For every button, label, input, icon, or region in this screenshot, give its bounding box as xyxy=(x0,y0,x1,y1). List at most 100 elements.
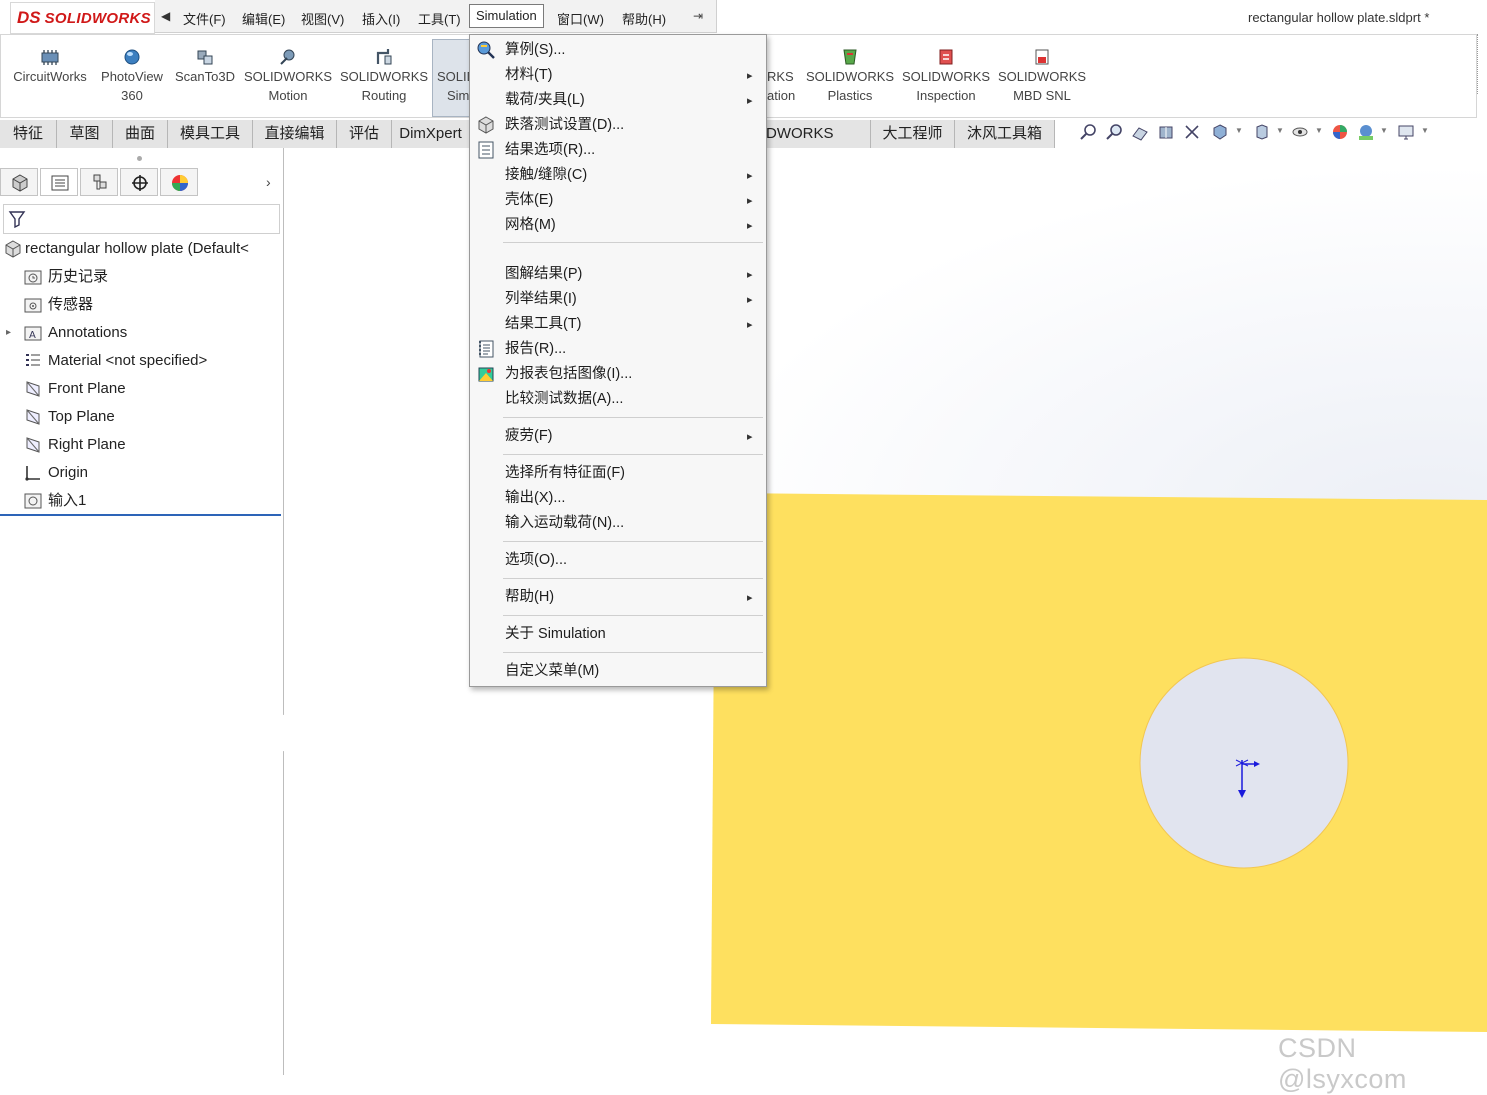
solidworks-logo[interactable]: DS SOLIDWORKS xyxy=(10,2,155,34)
menu-item-about-simulation[interactable]: 关于 Simulation xyxy=(505,624,606,644)
tree-filter-box[interactable] xyxy=(3,204,280,234)
tab-featuremanager[interactable] xyxy=(0,168,38,196)
menu-item-result-options[interactable]: 结果选项(R)... xyxy=(505,140,595,160)
menu-item-select-all-faces[interactable]: 选择所有特征面(F) xyxy=(505,463,625,483)
tab-displaymanager[interactable] xyxy=(160,168,198,196)
menu-item-options[interactable]: 选项(O)... xyxy=(505,550,567,570)
cmd-simulation[interactable]: SOLID Sim xyxy=(432,39,472,117)
cmd-motion[interactable]: SOLIDWORKS Motion xyxy=(243,47,333,105)
menu-item-export[interactable]: 输出(X)... xyxy=(505,488,565,508)
display-style-icon[interactable] xyxy=(1252,122,1272,142)
tree-item-label: Top Plane xyxy=(48,408,115,425)
menu-edit[interactable]: 编辑(E) xyxy=(242,9,285,28)
panel-splitter[interactable] xyxy=(0,150,283,164)
menu-item-include-image[interactable]: 为报表包括图像(I)... xyxy=(505,364,632,384)
plane-icon xyxy=(26,437,40,453)
view-orientation-dropdown-icon[interactable]: ▼ xyxy=(1235,126,1243,135)
menu-tools[interactable]: 工具(T) xyxy=(418,9,461,28)
edit-appearance-icon[interactable] xyxy=(1330,122,1350,142)
menu-help[interactable]: 帮助(H) xyxy=(622,9,666,28)
view-settings-dropdown-icon[interactable]: ▼ xyxy=(1421,126,1429,135)
menu-simulation[interactable]: Simulation xyxy=(469,4,544,28)
tree-item-front-plane[interactable]: Front Plane xyxy=(24,376,126,402)
menu-view[interactable]: 视图(V) xyxy=(301,9,344,28)
cmd-simulation-partial[interactable]: RKS ation xyxy=(767,47,801,105)
view-settings-icon[interactable] xyxy=(1396,122,1416,142)
zoom-to-fit-icon[interactable] xyxy=(1078,122,1098,142)
tab-dimxpert[interactable]: DimXpert xyxy=(392,120,470,148)
tree-item-history[interactable]: 历史记录 xyxy=(24,264,108,290)
menu-item-loads-fixtures[interactable]: 载荷/夹具(L) xyxy=(505,90,585,110)
menu-item-customize-menu[interactable]: 自定义菜单(M) xyxy=(505,661,599,681)
menu-item-material[interactable]: 材料(T) xyxy=(505,65,553,85)
feature-manager-panel: › rectangular hollow plate (Default< 历史记… xyxy=(0,148,283,1075)
cmd-label-2: Motion xyxy=(268,88,308,103)
menu-item-import-motion-loads[interactable]: 输入运动载荷(N)... xyxy=(505,513,624,533)
study-icon xyxy=(477,41,495,59)
menu-item-mesh[interactable]: 网格(M) xyxy=(505,215,556,235)
tab-mufeng-toolbox[interactable]: 沐风工具箱 xyxy=(955,120,1055,148)
apply-scene-icon[interactable] xyxy=(1356,122,1376,142)
tab-evaluate[interactable]: 评估 xyxy=(337,120,392,148)
menu-item-fatigue[interactable]: 疲劳(F) xyxy=(505,426,553,446)
tab-dimxpertmanager[interactable] xyxy=(120,168,158,196)
zoom-to-area-icon[interactable] xyxy=(1104,122,1124,142)
menu-item-help[interactable]: 帮助(H) xyxy=(505,587,554,607)
menu-collapse-arrow-icon[interactable]: ◀ xyxy=(161,9,170,23)
tab-da-gong-cheng-shi[interactable]: 大工程师 xyxy=(871,120,955,148)
menu-item-plot-results[interactable]: 图解结果(P) xyxy=(505,264,582,284)
cmd-routing[interactable]: SOLIDWORKS Routing xyxy=(339,47,429,105)
hide-show-dropdown-icon[interactable]: ▼ xyxy=(1315,126,1323,135)
plate-face[interactable] xyxy=(711,493,1487,1032)
menu-item-drop-test[interactable]: 跌落测试设置(D)... xyxy=(505,115,624,135)
tab-surfaces[interactable]: 曲面 xyxy=(113,120,168,148)
tab-mold-tools[interactable]: 模具工具 xyxy=(168,120,253,148)
cmd-photoview[interactable]: PhotoView 360 xyxy=(96,47,168,105)
tree-item-top-plane[interactable]: Top Plane xyxy=(24,404,115,430)
tab-mbd[interactable]: DWORKS MBD xyxy=(766,120,871,170)
menu-item-list-results[interactable]: 列举结果(I) xyxy=(505,289,577,309)
cmd-plastics[interactable]: SOLIDWORKS Plastics xyxy=(805,47,895,105)
tab-configurationmanager[interactable] xyxy=(80,168,118,196)
tree-root-part[interactable]: rectangular hollow plate (Default< xyxy=(4,236,249,262)
tree-item-right-plane[interactable]: Right Plane xyxy=(24,432,126,458)
menu-item-report[interactable]: 报告(R)... xyxy=(505,339,566,359)
cmd-scanto3d[interactable]: ScanTo3D xyxy=(172,47,238,86)
pin-menu-icon[interactable]: ⇥ xyxy=(693,9,703,23)
display-style-dropdown-icon[interactable]: ▼ xyxy=(1276,126,1284,135)
cmd-circuitworks[interactable]: CircuitWorks xyxy=(9,47,91,86)
command-manager-grip[interactable] xyxy=(1477,34,1487,94)
hide-show-items-icon[interactable] xyxy=(1290,122,1310,142)
menu-separator xyxy=(503,242,763,243)
tree-item-annotations[interactable]: ▸ A Annotations xyxy=(6,320,127,346)
menu-window[interactable]: 窗口(W) xyxy=(557,9,604,28)
menu-item-shells[interactable]: 壳体(E) xyxy=(505,190,553,210)
tree-item-origin[interactable]: Origin xyxy=(24,460,88,486)
menu-file[interactable]: 文件(F) xyxy=(183,9,226,28)
tab-features[interactable]: 特征 xyxy=(0,120,57,148)
hole-face[interactable] xyxy=(1139,657,1349,869)
tree-item-material[interactable]: Material <not specified> xyxy=(24,348,207,374)
tab-direct-edit[interactable]: 直接编辑 xyxy=(253,120,337,148)
menu-insert[interactable]: 插入(I) xyxy=(362,9,400,28)
cmd-inspection[interactable]: SOLIDWORKS Inspection xyxy=(901,47,991,105)
menu-item-compare-test-data[interactable]: 比较测试数据(A)... xyxy=(505,389,623,409)
view-orientation-icon[interactable] xyxy=(1210,122,1230,142)
menu-item-result-tools[interactable]: 结果工具(T) xyxy=(505,314,582,334)
graphics-area[interactable] xyxy=(284,148,1487,1075)
tree-item-import1[interactable]: 输入1 xyxy=(24,488,86,514)
previous-view-icon[interactable] xyxy=(1130,122,1150,142)
menu-item-contacts-gaps[interactable]: 接触/缝隙(C) xyxy=(505,165,587,185)
section-view-icon[interactable] xyxy=(1156,122,1176,142)
expand-arrow-icon[interactable]: ▸ xyxy=(6,320,11,346)
apply-scene-dropdown-icon[interactable]: ▼ xyxy=(1380,126,1388,135)
rollback-bar[interactable] xyxy=(0,514,281,516)
tab-propertymanager[interactable] xyxy=(40,168,78,196)
tab-sketch[interactable]: 草图 xyxy=(57,120,113,148)
dynamic-annotation-icon[interactable] xyxy=(1182,122,1202,142)
include-image-icon xyxy=(478,367,494,382)
more-tabs-arrow-icon[interactable]: › xyxy=(266,174,271,190)
menu-item-study[interactable]: 算例(S)... xyxy=(505,40,565,60)
cmd-mbd-snl[interactable]: SOLIDWORKS MBD SNL xyxy=(997,47,1087,105)
tree-item-sensors[interactable]: 传感器 xyxy=(24,292,93,318)
